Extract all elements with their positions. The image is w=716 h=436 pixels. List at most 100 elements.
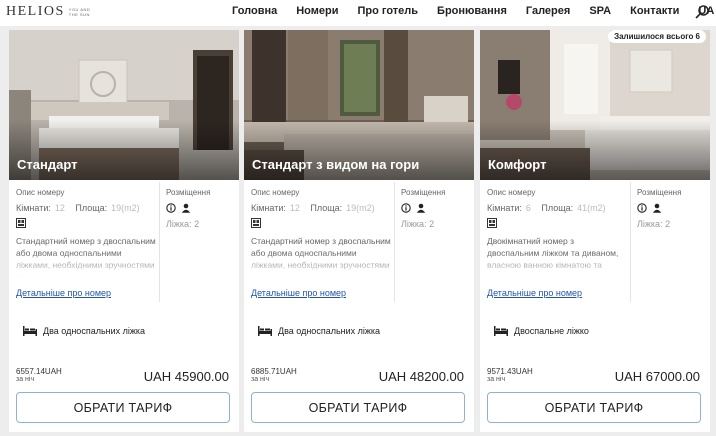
description-label: Опис номеру	[251, 188, 300, 197]
logo-tagline: YOU AND THE SUN	[68, 7, 91, 17]
per-night-label: за ніч	[251, 376, 270, 383]
nav-about[interactable]: Про готель	[358, 5, 419, 17]
description-fade	[251, 253, 391, 277]
room-description: Стандартний номер з двоспальним або двом…	[251, 235, 391, 277]
logo-text: HELIOS	[6, 4, 65, 19]
room-card-comfort: Залишилося всього 6 Комфорт Опис номеру …	[480, 30, 710, 432]
room-description-block: Опис номеру Кімнати: 12 Площа: 19(m2) Стан…	[16, 188, 156, 277]
beds-count: Ліжка: 2	[637, 219, 671, 229]
nav-contacts[interactable]: Контакти	[630, 5, 679, 17]
room-title[interactable]: Стандарт	[17, 157, 77, 172]
room-card-standard-mountain-view: Стандарт з видом на гори Опис номеру Кім…	[244, 30, 474, 432]
placement-label: Розміщення	[166, 188, 211, 197]
room-details-link[interactable]: Детальніше про номер	[16, 288, 111, 298]
area-label: Площа:	[541, 203, 574, 213]
door-icon	[16, 218, 26, 228]
bed-icon	[258, 326, 272, 336]
room-card-standard: Стандарт Опис номеру Кімнати: 12 Площа: 19…	[9, 30, 239, 432]
rooms-label: Кімнати:	[16, 203, 51, 213]
nav-gallery[interactable]: Галерея	[526, 5, 570, 17]
choose-rate-button[interactable]: ОБРАТИ ТАРИФ	[16, 392, 230, 423]
placement-icons	[637, 203, 707, 213]
price-per-night-value: 6557.14UAH	[16, 367, 62, 376]
placement-label: Розміщення	[637, 188, 682, 197]
per-night-label: за ніч	[487, 376, 506, 383]
bed-icon	[494, 326, 508, 336]
description-fade	[16, 253, 156, 277]
placement-block: Розміщення Ліжка: 2	[637, 188, 707, 229]
total-price: UAH 67000.00	[614, 369, 700, 384]
rooms-value: 6	[525, 203, 531, 213]
description-fade	[487, 253, 627, 277]
bed-type: Два односпальних ліжка	[43, 326, 146, 336]
person-icon	[416, 203, 426, 213]
availability-badge: Залишилося всього 6	[608, 30, 706, 43]
column-divider	[394, 182, 395, 302]
column-divider	[159, 182, 160, 302]
rooms-label: Кімнати:	[487, 203, 522, 213]
room-details-link[interactable]: Детальніше про номер	[251, 288, 346, 298]
total-price: UAH 48200.00	[378, 369, 464, 384]
room-meta: Кімнати: 12 Площа: 19(m2)	[16, 203, 156, 213]
bed-type-row: Два односпальних ліжка	[23, 326, 145, 336]
nav-home[interactable]: Головна	[232, 5, 277, 17]
rooms-value: 12	[289, 203, 300, 213]
door-icon	[251, 218, 261, 228]
room-title[interactable]: Стандарт з видом на гори	[252, 157, 419, 172]
per-night-label: за ніч	[16, 376, 35, 383]
door-icon	[487, 218, 497, 228]
beds-count: Ліжка: 2	[401, 219, 435, 229]
room-photo[interactable]: Залишилося всього 6 Комфорт	[480, 30, 710, 180]
area-label: Площа:	[75, 203, 108, 213]
area-value: 41(m2)	[577, 203, 606, 213]
area-value: 19(m2)	[111, 203, 140, 213]
description-label: Опис номеру	[16, 188, 65, 197]
description-label: Опис номеру	[487, 188, 536, 197]
room-details-link[interactable]: Детальніше про номер	[487, 288, 582, 298]
person-icon	[181, 203, 191, 213]
price-per-night: 9571.43UAH за ніч	[487, 368, 533, 384]
amenity-icons	[16, 218, 156, 228]
room-description-block: Опис номеру Кімнати: 12 Площа: 19(m2) Стан…	[251, 188, 391, 277]
info-icon[interactable]	[637, 203, 647, 213]
info-icon[interactable]	[166, 203, 176, 213]
choose-rate-button[interactable]: ОБРАТИ ТАРИФ	[251, 392, 465, 423]
site-header: HELIOS YOU AND THE SUN Головна Номери Пр…	[0, 0, 716, 26]
placement-icons	[401, 203, 471, 213]
total-price: UAH 45900.00	[143, 369, 229, 384]
room-photo[interactable]: Стандарт	[9, 30, 239, 180]
main-nav: Головна Номери Про готель Бронювання Гал…	[232, 5, 716, 17]
placement-block: Розміщення Ліжка: 2	[166, 188, 236, 229]
placement-label: Розміщення	[401, 188, 446, 197]
placement-block: Розміщення Ліжка: 2	[401, 188, 471, 229]
nav-rooms[interactable]: Номери	[296, 5, 338, 17]
rooms-label: Кімнати:	[251, 203, 286, 213]
room-meta: Кімнати: 6 Площа: 41(m2)	[487, 203, 627, 213]
nav-booking[interactable]: Бронювання	[437, 5, 507, 17]
column-divider	[630, 182, 631, 302]
amenity-icons	[251, 218, 391, 228]
logo[interactable]: HELIOS YOU AND THE SUN	[6, 4, 97, 20]
room-title[interactable]: Комфорт	[488, 157, 546, 172]
price-per-night: 6885.71UAH за ніч	[251, 368, 297, 384]
nav-spa[interactable]: SPA	[589, 5, 611, 17]
bed-type-row: Два односпальних ліжка	[258, 326, 380, 336]
info-icon[interactable]	[401, 203, 411, 213]
rooms-value: 12	[54, 203, 65, 213]
room-description: Двокімнатний номер з двоспальним ліжком …	[487, 235, 627, 277]
area-label: Площа:	[310, 203, 343, 213]
bed-type: Двоспальне ліжко	[514, 326, 589, 336]
price-per-night: 6557.14UAH за ніч	[16, 368, 62, 384]
placement-icons	[166, 203, 236, 213]
room-description-block: Опис номеру Кімнати: 6 Площа: 41(m2) Двокі…	[487, 188, 627, 277]
room-photo[interactable]: Стандарт з видом на гори	[244, 30, 474, 180]
choose-rate-button[interactable]: ОБРАТИ ТАРИФ	[487, 392, 701, 423]
price-per-night-value: 6885.71UAH	[251, 367, 297, 376]
person-icon	[652, 203, 662, 213]
bed-type: Два односпальних ліжка	[278, 326, 381, 336]
area-value: 19(m2)	[346, 203, 375, 213]
search-icon[interactable]	[694, 4, 710, 20]
amenity-icons	[487, 218, 627, 228]
beds-count: Ліжка: 2	[166, 219, 200, 229]
bed-icon	[23, 326, 37, 336]
